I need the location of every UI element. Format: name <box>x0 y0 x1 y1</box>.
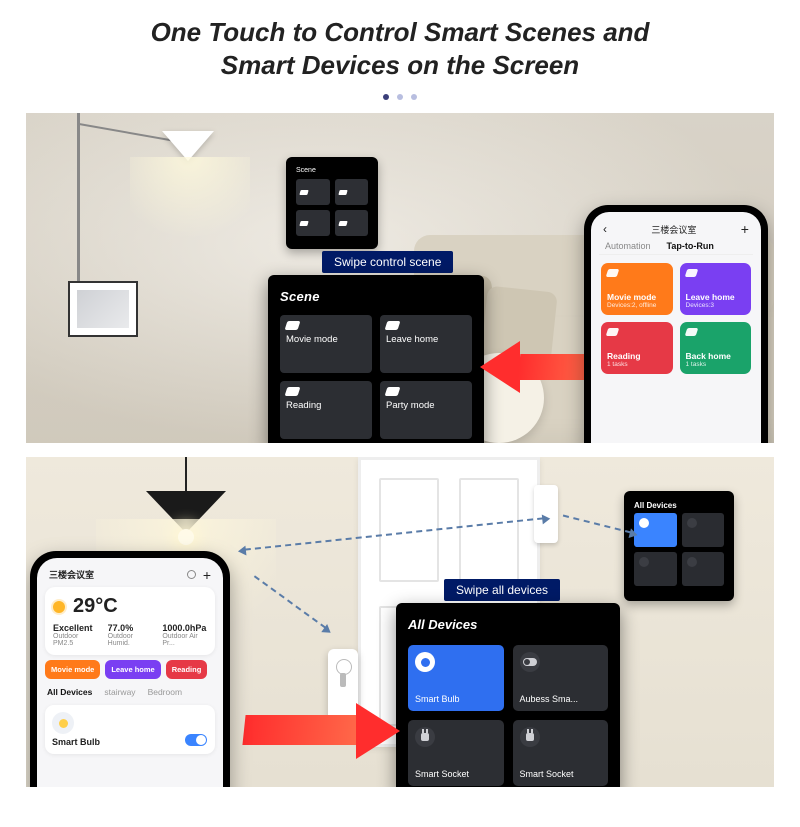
title-line-2: Smart Devices on the Screen <box>221 50 579 80</box>
temperature-sensor-icon <box>328 649 358 721</box>
scene-tile-party[interactable]: Party mode <box>380 381 472 439</box>
wall-panel-title: All Devices <box>634 501 724 510</box>
phone-room-name: 三楼会议室 <box>651 223 696 236</box>
device-tile-switch[interactable]: Aubess Sma... <box>513 645 609 711</box>
device-tile-socket2[interactable]: Smart Socket <box>513 720 609 786</box>
cat-bedroom[interactable]: Bedroom <box>148 687 183 697</box>
tag-icon <box>385 387 401 396</box>
tab-taptorun[interactable]: Tap-to-Run <box>667 241 714 251</box>
scene-tile-reading[interactable]: Reading <box>280 381 372 439</box>
tag-icon <box>684 269 698 277</box>
scene-panel[interactable]: Scene Movie mode Leave home Reading Part… <box>268 275 484 443</box>
mic-icon[interactable] <box>187 570 196 579</box>
scene-card-reading[interactable]: Reading1 tasks <box>601 322 673 374</box>
dot <box>397 94 403 100</box>
arrow-icon <box>480 341 520 393</box>
tag-icon <box>606 269 620 277</box>
mini-tile[interactable] <box>682 513 725 547</box>
scene-panel-title: Scene <box>280 289 472 305</box>
devices-panel-title: All Devices <box>408 617 608 633</box>
back-icon[interactable]: ‹ <box>603 222 607 236</box>
device-tile-socket1[interactable]: Smart Socket <box>408 720 504 786</box>
picture-frame-icon <box>68 281 138 337</box>
tag-icon <box>606 328 620 336</box>
arrow-icon <box>356 703 400 759</box>
dashed-arrow <box>563 515 631 534</box>
wall-panel-small[interactable]: Scene <box>286 157 378 249</box>
mini-tile-on[interactable] <box>634 513 677 547</box>
toggle-switch[interactable] <box>185 734 207 746</box>
plus-icon[interactable]: + <box>741 224 749 234</box>
phone-room-name: 三楼会议室 <box>49 568 94 581</box>
devices-section: All Devices Swipe all devices All Device… <box>26 457 774 787</box>
scene-tile-leave[interactable]: Leave home <box>380 315 472 373</box>
chip-reading[interactable]: Reading <box>166 660 208 679</box>
scene-section: Scene Swipe control scene Scene Movie mo… <box>26 113 774 443</box>
tag-icon <box>684 328 698 336</box>
tab-automation[interactable]: Automation <box>605 241 651 251</box>
devices-badge: Swipe all devices <box>444 579 560 601</box>
device-categories: All Devices stairway Bedroom <box>45 684 215 700</box>
tag-icon <box>285 321 301 330</box>
wall-panel-small-title: Scene <box>296 167 368 174</box>
tag-icon <box>285 387 301 396</box>
mini-tile[interactable] <box>634 552 677 586</box>
wall-panel-devices-small[interactable]: All Devices <box>624 491 734 601</box>
scene-tile-movie[interactable]: Movie mode <box>280 315 372 373</box>
plug-icon <box>520 727 540 747</box>
switch-icon <box>520 652 540 672</box>
scene-card-movie[interactable]: Movie modeDevices:2, offline <box>601 263 673 315</box>
devices-panel[interactable]: All Devices Smart Bulb Aubess Sma... Sma… <box>396 603 620 787</box>
cat-stairway[interactable]: stairway <box>104 687 135 697</box>
device-tile-bulb[interactable]: Smart Bulb <box>408 645 504 711</box>
title-line-1: One Touch to Control Smart Scenes and <box>151 17 650 47</box>
arrow-body <box>242 715 363 745</box>
pendant-lamp-icon <box>146 457 226 545</box>
chip-movie[interactable]: Movie mode <box>45 660 100 679</box>
dot-active <box>383 94 389 100</box>
scene-chips: Movie mode Leave home Reading <box>45 660 215 679</box>
plug-icon <box>415 727 435 747</box>
mini-tile[interactable] <box>682 552 725 586</box>
weather-card: 29°C ExcellentOutdoor PM2.5 77.0%Outdoor… <box>45 587 215 655</box>
phone-scenes: ‹ 三楼会议室 + Automation Tap-to-Run Movie mo… <box>584 205 768 443</box>
scene-card-back[interactable]: Back home1 tasks <box>680 322 752 374</box>
scene-badge: Swipe control scene <box>322 251 453 273</box>
cat-all[interactable]: All Devices <box>47 687 92 697</box>
scene-card-leave[interactable]: Leave homeDevices:3 <box>680 263 752 315</box>
arrow-body <box>518 354 595 380</box>
chip-leave[interactable]: Leave home <box>105 660 160 679</box>
bulb-icon <box>52 712 74 734</box>
dot <box>411 94 417 100</box>
pagination-dots <box>30 87 770 105</box>
bulb-icon <box>415 652 435 672</box>
header: One Touch to Control Smart Scenes and Sm… <box>0 0 800 113</box>
sun-icon <box>53 601 65 613</box>
phone-tabs: Automation Tap-to-Run <box>599 238 753 255</box>
phone-devices: 三楼会议室 + 29°C ExcellentOutdoor PM2.5 77.0… <box>30 551 230 787</box>
tag-icon <box>385 321 401 330</box>
page-title: One Touch to Control Smart Scenes and Sm… <box>30 16 770 81</box>
plus-icon[interactable]: + <box>203 570 211 580</box>
device-card-bulb[interactable]: Smart Bulb <box>45 705 215 754</box>
temperature: 29°C <box>73 595 118 618</box>
